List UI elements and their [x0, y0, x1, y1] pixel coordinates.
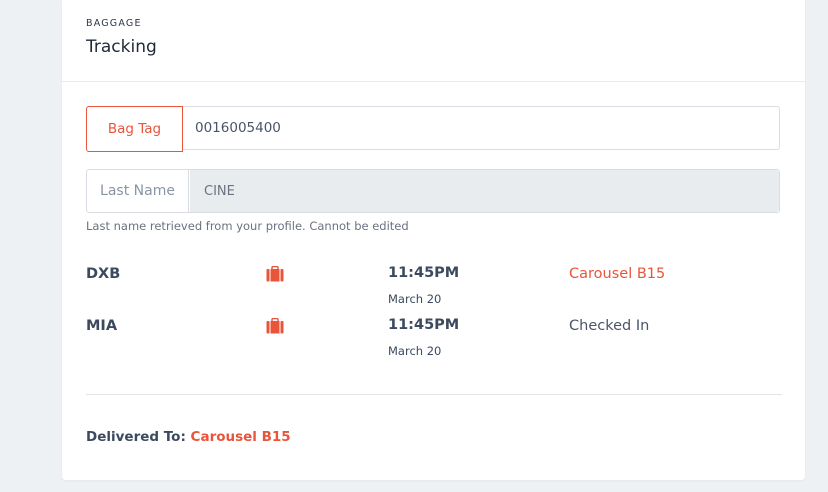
baggage-tracking-card: BAGGAGE Tracking Bag Tag Last Name Last …: [62, 0, 805, 480]
last-name-field: Last Name: [86, 169, 780, 213]
arrival-time: 11:45PM: [388, 317, 460, 333]
bag-tag-input[interactable]: [183, 107, 779, 149]
flight-leg-row: DXB 11:45PM March 20 Carousel B15: [86, 264, 780, 308]
bag-status: Carousel B15: [569, 266, 666, 282]
luggage-icon: [266, 318, 284, 334]
last-name-input: [190, 170, 779, 212]
delivered-to-label: Delivered To:: [86, 429, 186, 445]
bag-tag-tab[interactable]: Bag Tag: [86, 106, 183, 152]
card-header: BAGGAGE Tracking: [62, 0, 805, 82]
last-name-label: Last Name: [87, 170, 189, 212]
airport-code: DXB: [86, 266, 121, 282]
page-title: Tracking: [86, 37, 157, 57]
arrival-date: March 20: [388, 344, 442, 358]
delivered-to: Delivered To: Carousel B15: [86, 429, 291, 445]
section-divider: [86, 394, 782, 395]
airport-code: MIA: [86, 318, 118, 334]
arrival-time: 11:45PM: [388, 265, 460, 281]
flight-leg-row: MIA 11:45PM March 20 Checked In: [86, 316, 780, 360]
last-name-hint: Last name retrieved from your profile. C…: [86, 219, 409, 233]
arrival-date: March 20: [388, 292, 442, 306]
section-eyebrow: BAGGAGE: [86, 18, 142, 29]
delivered-to-carousel-link[interactable]: Carousel B15: [191, 429, 291, 445]
luggage-icon: [266, 266, 284, 282]
bag-tag-field: Bag Tag: [86, 106, 780, 152]
bag-status: Checked In: [569, 318, 650, 334]
